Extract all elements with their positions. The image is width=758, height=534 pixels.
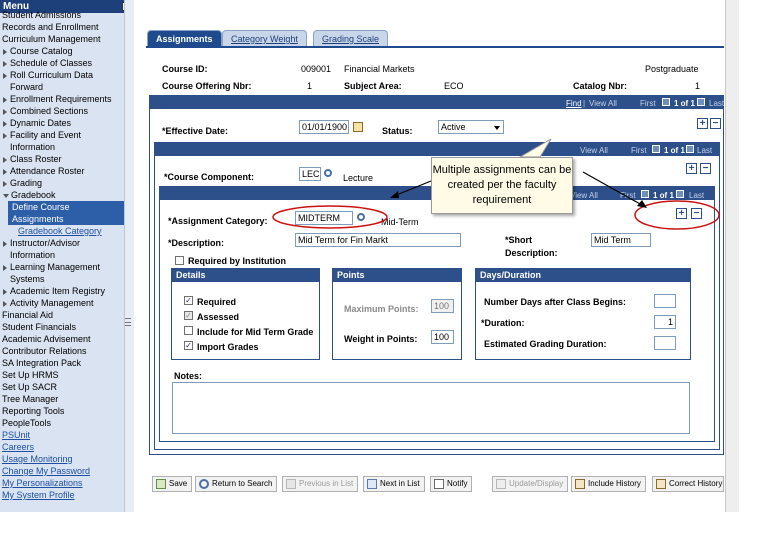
callout-note: Multiple assignments can be created per …: [431, 157, 573, 214]
callout-arrowhead-left: [390, 191, 399, 198]
callout-tail: [518, 138, 552, 158]
annotation-layer: [272, 138, 720, 230]
highlight-oval-add-buttons: [634, 200, 720, 230]
callout-arrowhead-right: [637, 200, 647, 208]
callout-arrow-right: [582, 171, 643, 206]
callout-arrow-left: [393, 180, 432, 197]
highlight-oval-category: [272, 205, 388, 229]
